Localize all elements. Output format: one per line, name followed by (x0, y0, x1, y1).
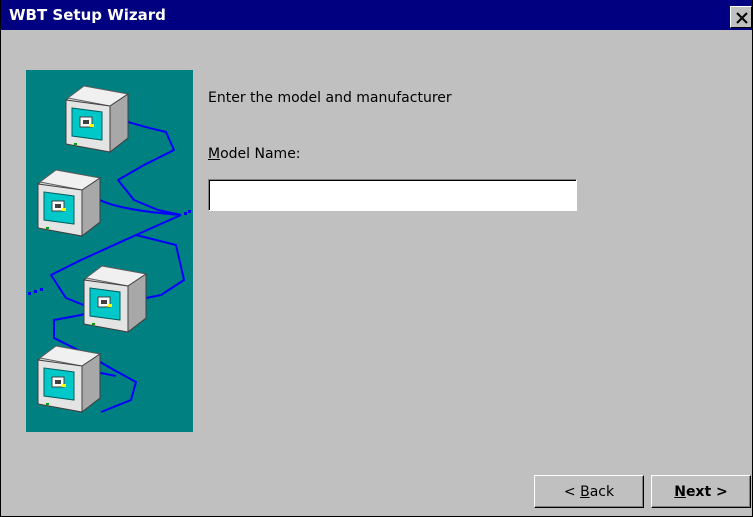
back-button-mnemonic: B (580, 483, 590, 500)
instruction-text: Enter the model and manufacturer (208, 90, 452, 106)
window-title: WBT Setup Wizard (9, 6, 166, 24)
model-name-label-mnemonic: M (208, 146, 221, 162)
close-icon (736, 12, 748, 24)
back-button[interactable]: < Back (534, 475, 644, 508)
next-button[interactable]: Next > (651, 475, 751, 508)
next-button-text: ext > (685, 483, 728, 500)
model-name-label-text: odel Name: (220, 146, 301, 162)
title-bar[interactable]: WBT Setup Wizard (1, 0, 752, 30)
back-button-text: ack (589, 483, 615, 500)
next-button-mnemonic: N (674, 483, 686, 500)
networked-computers-illustration (26, 70, 193, 432)
model-name-label: Model Name: (208, 146, 301, 162)
setup-wizard-window: WBT Setup Wizard Enter the model and man… (0, 0, 753, 517)
back-button-prefix: < (563, 483, 581, 500)
model-name-input[interactable] (208, 179, 577, 211)
close-button[interactable] (730, 6, 752, 28)
